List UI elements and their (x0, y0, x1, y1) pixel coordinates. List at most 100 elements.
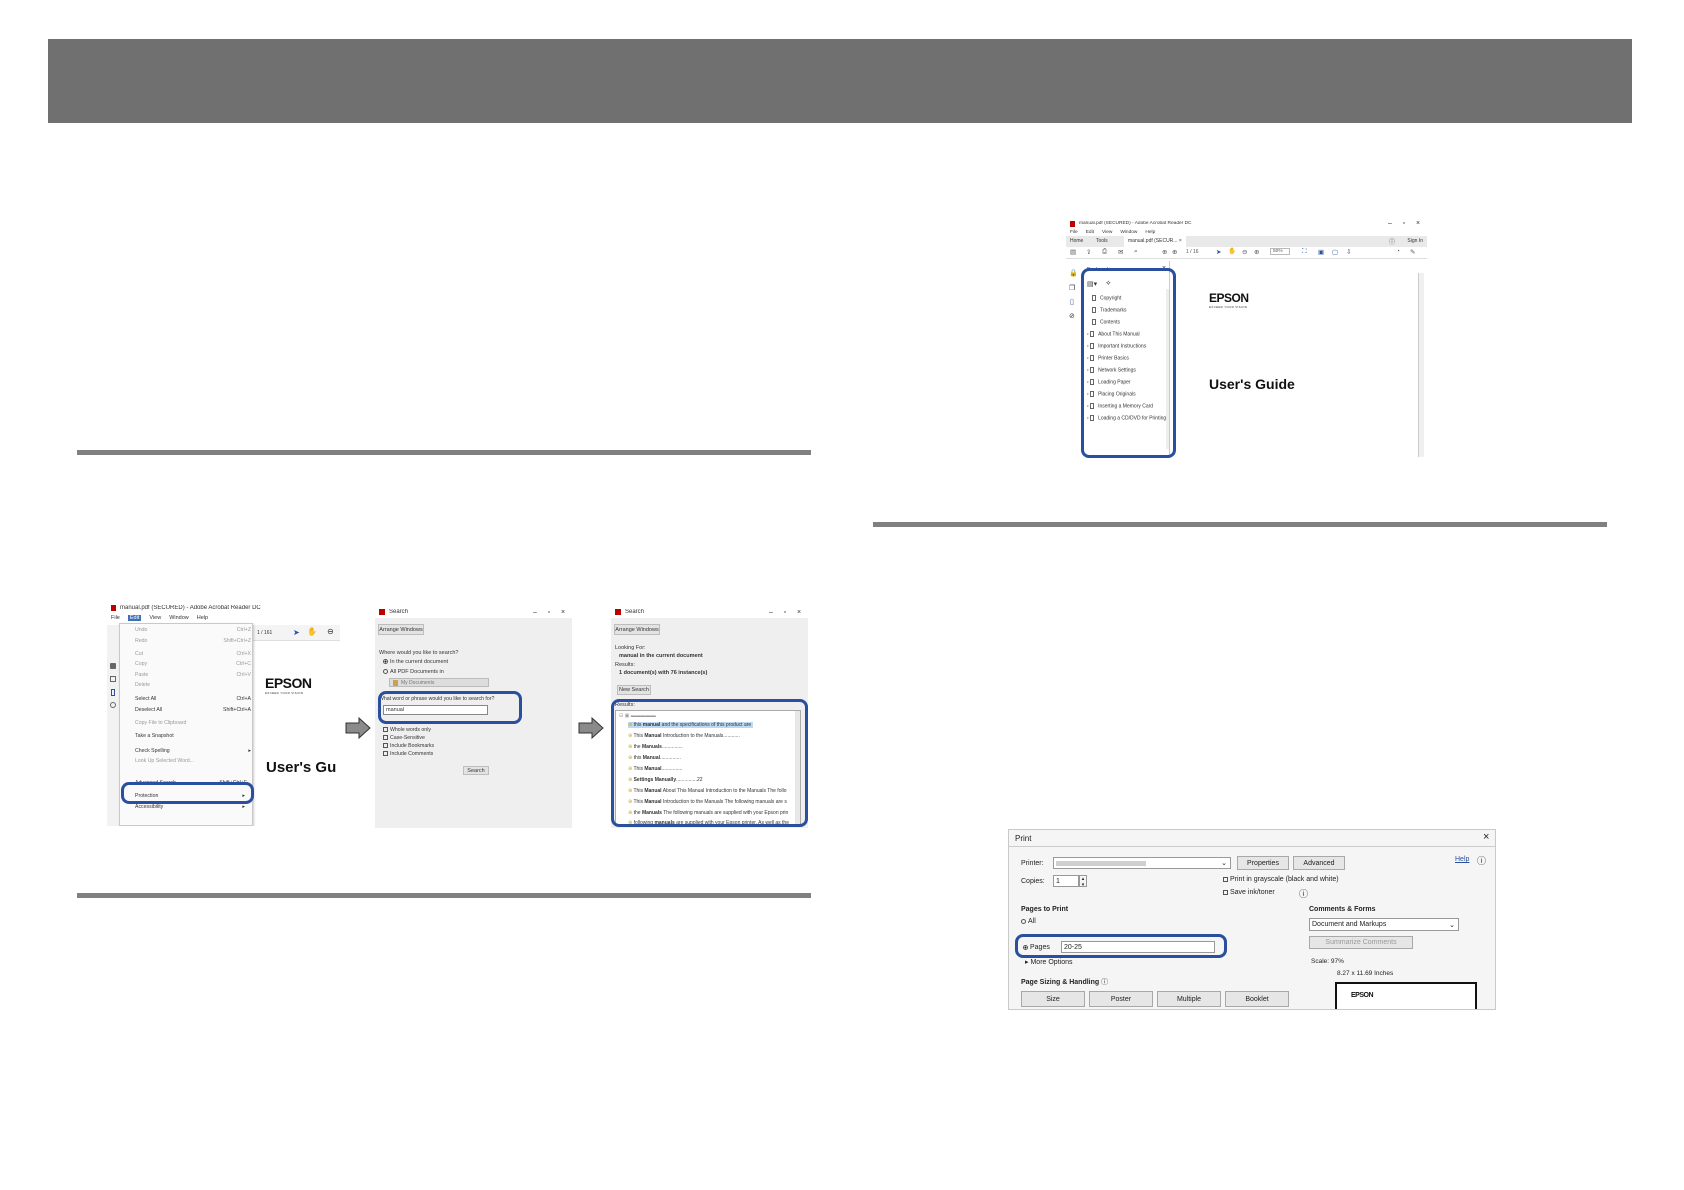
copies-input[interactable]: 1 (1053, 875, 1079, 887)
checkbox-include-bookmarks[interactable]: Include Bookmarks (383, 743, 434, 749)
comment-icon[interactable]: ◔ (1396, 248, 1400, 255)
looking-for-label: Looking For: (615, 645, 646, 651)
arrange-windows-button[interactable]: Arrange Windows (378, 624, 424, 635)
menu-item[interactable]: Paste Ctrl+V (121, 672, 251, 683)
info-icon[interactable]: ⓘ (1299, 887, 1308, 900)
grayscale-checkbox[interactable]: Print in grayscale (black and white) (1223, 876, 1339, 883)
page-indicator[interactable]: 1 / 16 (1186, 249, 1199, 255)
page-icon[interactable]: ▣ (1318, 248, 1324, 256)
page-down-icon[interactable]: ⊕ (1172, 248, 1177, 256)
hand-tool-icon[interactable]: ✋ (1228, 247, 1236, 255)
menu-view[interactable]: View (149, 615, 161, 621)
menu-item[interactable]: Check Spelling ▸ (121, 748, 251, 759)
folder-select[interactable]: My Documents (389, 678, 489, 687)
checkbox-include-comments[interactable]: Include Comments (383, 751, 433, 757)
menu-help[interactable]: Help (1145, 230, 1155, 235)
advanced-button[interactable]: Advanced (1293, 856, 1345, 870)
help-icon[interactable]: ⓘ (1389, 237, 1395, 246)
info-icon[interactable]: ⓘ (1101, 979, 1108, 986)
menu-title-bar: manual.pdf (SECURED) - Adobe Acrobat Rea… (107, 603, 340, 613)
summarize-comments-button[interactable]: Summarize Comments (1309, 936, 1413, 949)
pages-icon (110, 676, 116, 682)
zoom-out-icon[interactable]: ⊖ (1242, 248, 1247, 256)
maximize-icon[interactable]: ▫ (780, 609, 790, 616)
menu-item[interactable]: Select All Ctrl+A (121, 696, 251, 707)
help-link[interactable]: Help (1455, 856, 1469, 863)
menu-item[interactable]: Cut Ctrl+X (121, 651, 251, 662)
new-search-button[interactable]: New Search (617, 685, 651, 695)
menu-help[interactable]: Help (197, 615, 208, 621)
results-highlight (611, 699, 808, 827)
menu-item[interactable]: Look Up Selected Word... (121, 758, 251, 780)
multiple-button[interactable]: Multiple (1157, 991, 1221, 1007)
menu-window[interactable]: Window (1120, 230, 1137, 235)
save-ink-checkbox[interactable]: Save ink/toner (1223, 889, 1275, 896)
menu-item[interactable]: Copy Ctrl+C (121, 661, 251, 672)
hand-tool-icon[interactable]: ✋ (307, 627, 317, 636)
comments-select[interactable]: Document and Markups ⌄ (1309, 918, 1459, 931)
menu-item[interactable]: Deselect All Shift+Ctrl+A (121, 707, 251, 720)
acrobat-icon (379, 609, 385, 615)
menu-item[interactable]: Copy File to Clipboard (121, 720, 251, 733)
menu-file[interactable]: File (111, 615, 120, 621)
search-button[interactable]: Search (463, 766, 489, 775)
arrange-windows-button[interactable]: Arrange Windows (614, 624, 660, 635)
checkbox-case-sensitive[interactable]: Case-Sensitive (383, 735, 425, 741)
zoom-select[interactable]: 50% (1270, 248, 1290, 255)
epson-logo: EPSON (265, 675, 312, 691)
tab-tools[interactable]: Tools (1096, 238, 1108, 244)
minimize-icon[interactable]: – (530, 609, 540, 616)
rotate-icon[interactable]: ▢ (1332, 248, 1338, 256)
attachment-icon[interactable]: ⊘ (1069, 312, 1075, 320)
checkbox-whole-words[interactable]: Whole words only (383, 727, 431, 733)
booklet-button[interactable]: Booklet (1225, 991, 1289, 1007)
sign-in-link[interactable]: Sign In (1407, 238, 1423, 244)
properties-button[interactable]: Properties (1237, 856, 1289, 870)
menu-edit[interactable]: Edit (1086, 230, 1094, 235)
close-icon[interactable]: × (558, 609, 568, 616)
search-icon[interactable]: ⌕ (1134, 248, 1138, 256)
help-icon[interactable]: ⓘ (1477, 854, 1486, 867)
option-current-document[interactable]: In the current document (383, 659, 448, 665)
zoom-out-icon[interactable]: ⊖ (327, 627, 334, 636)
select-tool-icon[interactable]: ➤ (293, 628, 300, 637)
mail-icon[interactable]: ✉ (1118, 248, 1123, 256)
pen-icon[interactable]: ✎ (1410, 248, 1415, 256)
bookmark-rail-icon[interactable]: ▯ (1070, 298, 1074, 306)
close-icon[interactable]: × (794, 609, 804, 616)
menu-item[interactable]: Undo Ctrl+Z (121, 627, 251, 638)
copies-stepper[interactable]: ▴ ▾ (1079, 875, 1087, 888)
tab-home[interactable]: Home (1070, 238, 1083, 244)
all-pages-radio[interactable]: All (1021, 918, 1036, 925)
menu-view[interactable]: View (1102, 230, 1112, 235)
zoom-in-icon[interactable]: ⊕ (1254, 248, 1259, 256)
more-options-toggle[interactable]: ▸ More Options (1025, 958, 1073, 966)
maximize-icon[interactable]: ▫ (544, 609, 554, 616)
export-icon[interactable]: ⇩ (1346, 248, 1351, 256)
menu-item[interactable]: Delete (121, 682, 251, 696)
menu-item[interactable]: Accessibility ▸ (121, 804, 251, 815)
printer-select[interactable]: ⌄ (1053, 857, 1231, 869)
pages-icon[interactable]: ❐ (1069, 284, 1075, 292)
poster-button[interactable]: Poster (1089, 991, 1153, 1007)
close-icon[interactable]: × (1483, 831, 1489, 843)
menu-window[interactable]: Window (169, 615, 189, 621)
select-tool-icon[interactable]: ➤ (1216, 248, 1221, 256)
page-up-icon[interactable]: ⊕ (1162, 248, 1167, 256)
close-icon[interactable]: × (1413, 220, 1423, 227)
menu-item[interactable]: Take a Snapshot (121, 733, 251, 748)
tab-document[interactable]: manual.pdf (SECUR... × (1124, 236, 1186, 247)
menu-edit[interactable]: Edit (127, 615, 142, 621)
print-icon[interactable]: ⎙ (1102, 248, 1107, 256)
size-button[interactable]: Size (1021, 991, 1085, 1007)
maximize-icon[interactable]: ▫ (1399, 220, 1409, 227)
minimize-icon[interactable]: – (766, 609, 776, 616)
minimize-icon[interactable]: – (1385, 220, 1395, 227)
create-icon[interactable]: ▤ (1070, 248, 1076, 256)
option-all-pdf[interactable]: All PDF Documents in (383, 669, 444, 675)
upload-icon[interactable]: ⇪ (1086, 248, 1091, 256)
menu-item[interactable]: Redo Shift+Ctrl+Z (121, 638, 251, 651)
menu-file[interactable]: File (1070, 230, 1078, 235)
fit-icon[interactable]: ⛶ (1302, 248, 1307, 256)
document-scrollbar[interactable] (1418, 273, 1424, 457)
